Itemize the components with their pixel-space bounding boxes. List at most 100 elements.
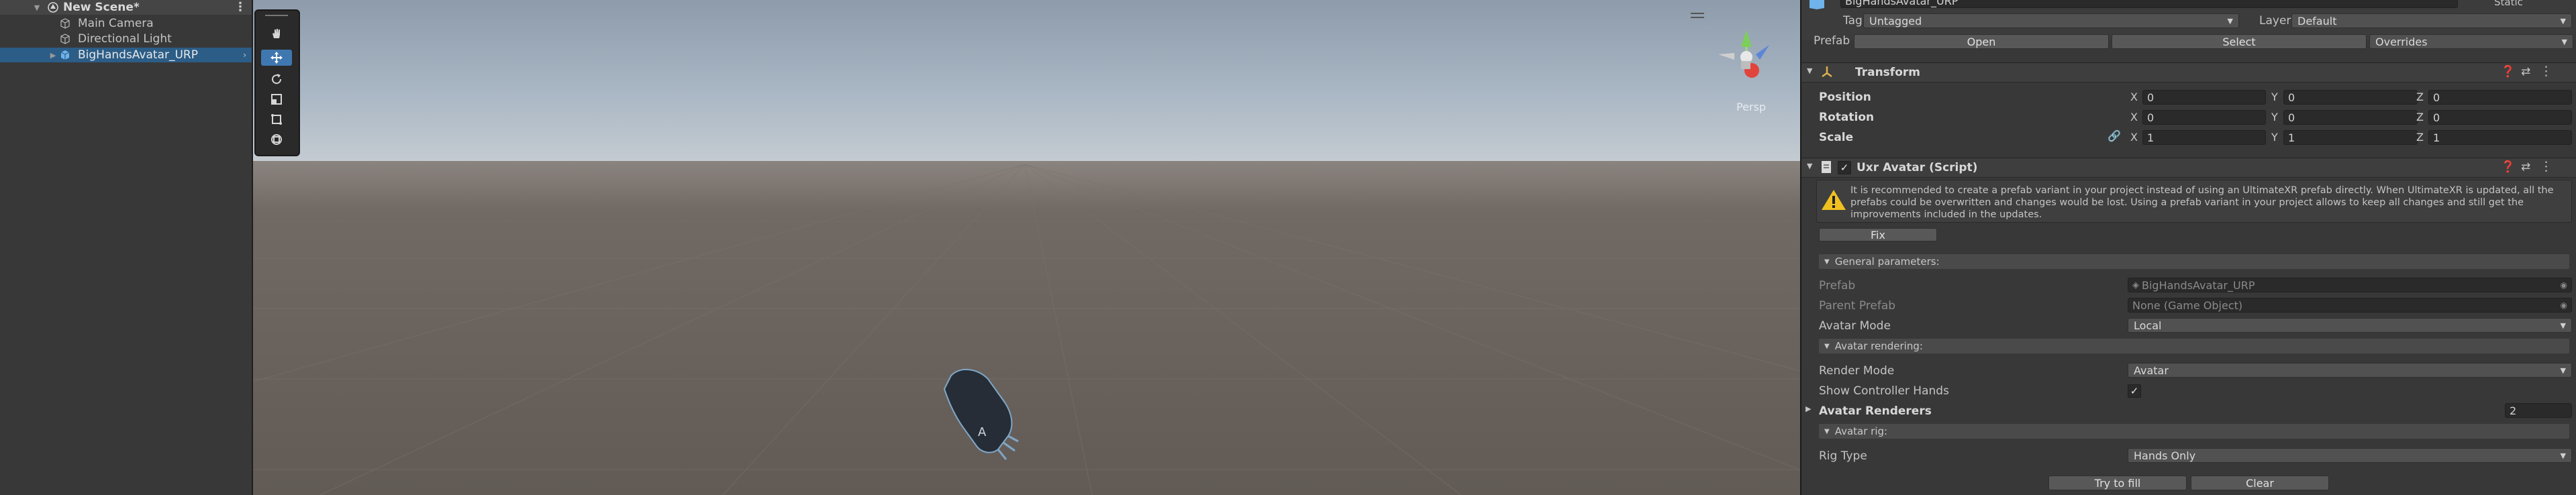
z-label[interactable]: Z	[2416, 111, 2424, 123]
help-icon[interactable]: ❓	[2501, 65, 2515, 78]
fold-down-icon[interactable]: ▼	[1807, 162, 1812, 170]
fold-down-icon[interactable]: ▼	[1807, 66, 1812, 75]
hierarchy-item-main-camera[interactable]: Main Camera	[0, 16, 252, 31]
uxr-avatar-title: Uxr Avatar (Script)	[1856, 161, 1978, 174]
z-label[interactable]: Z	[2416, 91, 2424, 103]
kebab-menu-icon[interactable]: ⋮	[2540, 159, 2553, 174]
hierarchy-item-bighandsavatar[interactable]: ▶ BigHandsAvatar_URP ›	[0, 48, 252, 62]
rect-tool[interactable]	[261, 111, 292, 127]
rotation-label: Rotation	[1819, 111, 1875, 124]
layer-label: Layer	[2259, 14, 2291, 28]
rotation-x-field[interactable]: 0	[2142, 110, 2266, 125]
chevron-down-icon: ▼	[2560, 451, 2566, 460]
avatar-rendering-header[interactable]: ▼ Avatar rendering:	[1819, 339, 2569, 353]
component-enabled-checkbox[interactable]: ✓	[1838, 161, 1851, 174]
chevron-down-icon: ▼	[2227, 16, 2233, 25]
try-to-fill-button[interactable]: Try to fill	[2048, 476, 2187, 490]
position-y-field[interactable]: 0	[2283, 90, 2418, 105]
general-parameters-header[interactable]: ▼ General parameters:	[1819, 254, 2569, 269]
render-mode-dropdown[interactable]: Avatar ▼	[2128, 363, 2572, 378]
gameobject-cube-icon	[59, 17, 71, 30]
layer-dropdown[interactable]: Default ▼	[2291, 13, 2572, 28]
chevron-down-icon: ▼	[2560, 366, 2566, 375]
avatar-renderers-count[interactable]: 2	[2505, 403, 2572, 418]
svg-text:A: A	[978, 425, 987, 439]
transform-tool[interactable]	[261, 131, 292, 148]
tag-dropdown[interactable]: Untagged ▼	[1863, 13, 2239, 28]
preset-sliders-icon[interactable]: ⇄	[2521, 160, 2530, 174]
transform-header[interactable]: ▼ Transform ❓ ⇄ ⋮	[1801, 62, 2576, 82]
transform-icon	[271, 134, 282, 145]
avatar-renderers-label[interactable]: Avatar Renderers	[1819, 404, 1932, 418]
prefab-cube-icon	[1808, 0, 1826, 12]
position-x-field[interactable]: 0	[2142, 90, 2266, 105]
show-controller-hands-checkbox[interactable]: ✓	[2128, 384, 2141, 398]
rig-type-dropdown[interactable]: Hands Only ▼	[2128, 448, 2572, 463]
uxr-avatar-header[interactable]: ▼ ✓ Uxr Avatar (Script) ❓ ⇄ ⋮	[1801, 158, 2576, 178]
prefab-label: Prefab	[1819, 279, 1856, 292]
x-label[interactable]: X	[2130, 91, 2138, 103]
chevron-down-icon: ▼	[2560, 16, 2566, 25]
warning-text: It is recommended to create a prefab var…	[1850, 185, 2554, 220]
y-label[interactable]: Y	[2271, 91, 2278, 103]
clear-button[interactable]: Clear	[2191, 476, 2329, 490]
drag-handle[interactable]	[265, 15, 288, 16]
kebab-menu-icon[interactable]: ⋮	[2540, 64, 2553, 78]
preset-sliders-icon[interactable]: ⇄	[2521, 65, 2530, 78]
rotate-icon	[272, 74, 282, 85]
y-label[interactable]: Y	[2271, 111, 2278, 123]
rotate-tool[interactable]	[261, 71, 292, 87]
prefab-row-label: Prefab	[1814, 34, 1850, 48]
fold-right-icon[interactable]: ▶	[1805, 404, 1811, 413]
x-label[interactable]: X	[2130, 131, 2138, 144]
help-icon[interactable]: ❓	[2501, 160, 2515, 174]
transform-title: Transform	[1855, 66, 1920, 79]
gameobject-cube-icon	[59, 33, 71, 45]
prefab-overrides-dropdown[interactable]: Overrides ▼	[2369, 34, 2573, 49]
hierarchy-item-label: Main Camera	[78, 17, 154, 30]
fold-down-icon: ▼	[1824, 258, 1830, 266]
hierarchy-item-label: Directional Light	[78, 32, 172, 46]
static-label[interactable]: Static	[2494, 0, 2523, 8]
position-z-field[interactable]: 0	[2428, 90, 2572, 105]
scale-x-field[interactable]: 1	[2142, 130, 2266, 145]
object-picker-icon: ◉	[2560, 300, 2567, 310]
prefab-open-button[interactable]: Open	[1854, 34, 2109, 49]
avatar-rig-header[interactable]: ▼ Avatar rig:	[1819, 424, 2569, 439]
prefab-select-button[interactable]: Select	[2112, 34, 2367, 49]
rotation-z-field[interactable]: 0	[2428, 110, 2572, 125]
chevron-right-icon[interactable]: ›	[243, 50, 246, 60]
z-label[interactable]: Z	[2416, 131, 2424, 144]
prefab-object-field: ◈ BigHandsAvatar_URP ◉	[2128, 278, 2572, 292]
scale-y-field[interactable]: 1	[2283, 130, 2418, 145]
hand-tool[interactable]	[261, 25, 292, 42]
rotation-y-field[interactable]: 0	[2283, 110, 2418, 125]
scene-view[interactable]: A Persp	[252, 0, 1800, 495]
object-name-field[interactable]: BigHandsAvatar_URP	[1840, 0, 2458, 8]
inspector-panel: BigHandsAvatar_URP Static Tag Untagged ▼ …	[1800, 0, 2576, 495]
chevron-down-icon: ▼	[2561, 37, 2567, 46]
kebab-menu-icon[interactable]: ⋮	[234, 0, 246, 14]
move-tool[interactable]	[261, 50, 292, 66]
show-controller-hands-label: Show Controller Hands	[1819, 384, 1949, 398]
x-label[interactable]: X	[2130, 111, 2138, 123]
fold-down-icon[interactable]: ▼	[32, 3, 42, 12]
persp-label: Persp	[1736, 101, 1766, 113]
avatar-mode-dropdown[interactable]: Local ▼	[2128, 318, 2572, 333]
scene-name: New Scene*	[63, 1, 140, 14]
scene-row[interactable]: ▼ New Scene* ⋮	[0, 0, 252, 15]
warning-icon	[1821, 188, 1846, 215]
hand-icon	[273, 29, 280, 38]
tag-label: Tag	[1843, 14, 1863, 28]
fold-down-icon: ▼	[1824, 427, 1830, 435]
scale-z-field[interactable]: 1	[2428, 130, 2572, 145]
link-chain-icon[interactable]: 🔗	[2108, 129, 2121, 142]
hierarchy-item-label: BigHandsAvatar_URP	[78, 48, 198, 62]
scene-render[interactable]: A Persp	[253, 0, 1800, 495]
fold-right-icon[interactable]: ▶	[48, 51, 58, 60]
scale-tool[interactable]	[261, 91, 292, 107]
fix-button[interactable]: Fix	[1819, 228, 1937, 241]
hierarchy-item-directional-light[interactable]: Directional Light	[0, 32, 252, 46]
y-label[interactable]: Y	[2271, 131, 2278, 144]
chevron-down-icon: ▼	[2560, 321, 2566, 330]
